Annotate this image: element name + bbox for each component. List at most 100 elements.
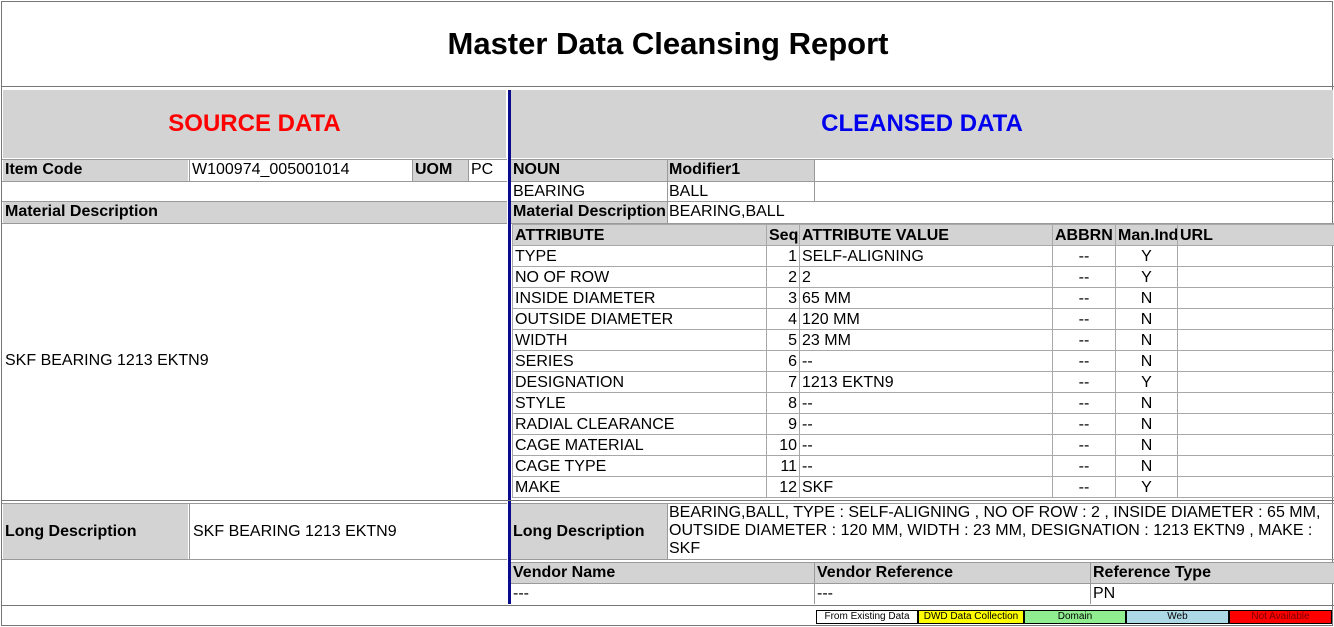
- attribute-abbrn-cell: --: [1052, 476, 1116, 498]
- attribute-value-cell: 1213 EKTN9: [799, 371, 1053, 393]
- source-material-desc-label: Material Description: [3, 202, 507, 223]
- attribute-row: CAGE TYPE 11 -- -- N: [512, 455, 1334, 477]
- attribute-name-cell: STYLE: [512, 392, 767, 414]
- modifier-value: BALL: [669, 183, 709, 200]
- attribute-row: DESIGNATION 7 1213 EKTN9 -- Y: [512, 371, 1334, 393]
- attribute-url-cell: [1177, 371, 1334, 393]
- attribute-seq-cell: 9: [766, 413, 800, 435]
- attribute-seq-cell: 3: [766, 287, 800, 309]
- attribute-url-cell: [1177, 308, 1334, 330]
- attribute-url-cell: [1177, 329, 1334, 351]
- attribute-row: SERIES 6 -- -- N: [512, 350, 1334, 372]
- attribute-name-cell: NO OF ROW: [512, 266, 767, 288]
- attribute-manind-cell: N: [1115, 413, 1178, 435]
- cleansed-material-desc-label: Material Description: [511, 202, 667, 223]
- legend-not-available: Not Available: [1229, 610, 1332, 624]
- attribute-value-cell: SKF: [799, 476, 1053, 498]
- attribute-value-cell: --: [799, 455, 1053, 477]
- url-col-header: URL: [1177, 224, 1334, 246]
- attribute-abbrn-cell: --: [1052, 413, 1116, 435]
- attribute-manind-cell: N: [1115, 287, 1178, 309]
- vendor-reference-value: ---: [817, 585, 833, 602]
- attribute-row: CAGE MATERIAL 10 -- -- N: [512, 434, 1334, 456]
- attribute-seq-cell: 6: [766, 350, 800, 372]
- item-code-label: Item Code: [3, 160, 188, 181]
- noun-label: NOUN: [511, 160, 667, 181]
- uom-value: PC: [471, 161, 494, 178]
- attribute-value-cell: 65 MM: [799, 287, 1053, 309]
- attribute-value-cell: --: [799, 392, 1053, 414]
- attribute-value-cell: --: [799, 350, 1053, 372]
- attribute-manind-cell: Y: [1115, 266, 1178, 288]
- attribute-value-cell: --: [799, 434, 1053, 456]
- report-title: Master Data Cleansing Report: [447, 26, 889, 61]
- attribute-name-cell: CAGE TYPE: [512, 455, 767, 477]
- legend-dwd-collection: DWD Data Collection: [918, 610, 1024, 624]
- attribute-seq-cell: 7: [766, 371, 800, 393]
- legend-web: Web: [1126, 610, 1229, 624]
- attribute-url-cell: [1177, 392, 1334, 414]
- cleansed-long-desc-label: Long Description: [511, 504, 667, 559]
- attribute-name-cell: INSIDE DIAMETER: [512, 287, 767, 309]
- attribute-name-cell: TYPE: [512, 245, 767, 267]
- cleansed-material-desc-value: BEARING,BALL: [669, 203, 785, 220]
- attribute-abbrn-cell: --: [1052, 350, 1116, 372]
- source-data-heading: SOURCE DATA: [3, 90, 506, 158]
- attribute-abbrn-cell: --: [1052, 329, 1116, 351]
- report-frame: Master Data Cleansing Report SOURCE DATA…: [1, 1, 1334, 626]
- attribute-manind-cell: Y: [1115, 371, 1178, 393]
- attribute-seq-cell: 2: [766, 266, 800, 288]
- attribute-row: STYLE 8 -- -- N: [512, 392, 1334, 414]
- attribute-name-cell: SERIES: [512, 350, 767, 372]
- attribute-url-cell: [1177, 266, 1334, 288]
- attribute-table: ATTRIBUTE Seq ATTRIBUTE VALUE ABBRN Man.…: [512, 224, 1334, 498]
- attribute-manind-cell: Y: [1115, 476, 1178, 498]
- manind-col-header: Man.Ind: [1115, 224, 1178, 246]
- attribute-seq-cell: 5: [766, 329, 800, 351]
- noun-value: BEARING: [513, 183, 586, 200]
- vendor-reference-label: Vendor Reference: [815, 563, 1090, 583]
- attribute-name-cell: RADIAL CLEARANCE: [512, 413, 767, 435]
- attribute-url-cell: [1177, 350, 1334, 372]
- source-long-desc-label: Long Description: [3, 504, 188, 559]
- attribute-url-cell: [1177, 476, 1334, 498]
- attribute-row: NO OF ROW 2 2 -- Y: [512, 266, 1334, 288]
- attribute-row: OUTSIDE DIAMETER 4 120 MM -- N: [512, 308, 1334, 330]
- attribute-manind-cell: N: [1115, 455, 1178, 477]
- attribute-url-cell: [1177, 434, 1334, 456]
- attribute-row: INSIDE DIAMETER 3 65 MM -- N: [512, 287, 1334, 309]
- attribute-seq-cell: 12: [766, 476, 800, 498]
- attribute-seq-cell: 10: [766, 434, 800, 456]
- attribute-value-cell: --: [799, 413, 1053, 435]
- attribute-row: TYPE 1 SELF-ALIGNING -- Y: [512, 245, 1334, 267]
- attribute-col-header: ATTRIBUTE: [512, 224, 767, 246]
- attribute-abbrn-cell: --: [1052, 308, 1116, 330]
- attribute-manind-cell: N: [1115, 434, 1178, 456]
- attribute-row: WIDTH 5 23 MM -- N: [512, 329, 1334, 351]
- attribute-manind-cell: N: [1115, 392, 1178, 414]
- attribute-url-cell: [1177, 455, 1334, 477]
- attribute-abbrn-cell: --: [1052, 455, 1116, 477]
- attribute-seq-cell: 1: [766, 245, 800, 267]
- attribute-abbrn-cell: --: [1052, 392, 1116, 414]
- attribute-value-cell: 120 MM: [799, 308, 1053, 330]
- reference-type-value: PN: [1093, 585, 1116, 602]
- attribute-name-cell: WIDTH: [512, 329, 767, 351]
- attribute-value-cell: SELF-ALIGNING: [799, 245, 1053, 267]
- reference-type-label: Reference Type: [1091, 563, 1334, 583]
- value-col-header: ATTRIBUTE VALUE: [799, 224, 1053, 246]
- source-long-desc-value: SKF BEARING 1213 EKTN9: [193, 523, 397, 540]
- cleansed-data-heading: CLEANSED DATA: [511, 90, 1333, 158]
- attribute-abbrn-cell: --: [1052, 287, 1116, 309]
- attribute-abbrn-cell: --: [1052, 245, 1116, 267]
- legend-existing-data: From Existing Data: [816, 610, 918, 624]
- attribute-url-cell: [1177, 287, 1334, 309]
- attribute-name-cell: DESIGNATION: [512, 371, 767, 393]
- source-material-desc-value: SKF BEARING 1213 EKTN9: [5, 352, 209, 369]
- attribute-name-cell: CAGE MATERIAL: [512, 434, 767, 456]
- attribute-manind-cell: N: [1115, 329, 1178, 351]
- attribute-url-cell: [1177, 413, 1334, 435]
- attribute-seq-cell: 8: [766, 392, 800, 414]
- item-code-value: W100974_005001014: [192, 161, 350, 178]
- attribute-name-cell: MAKE: [512, 476, 767, 498]
